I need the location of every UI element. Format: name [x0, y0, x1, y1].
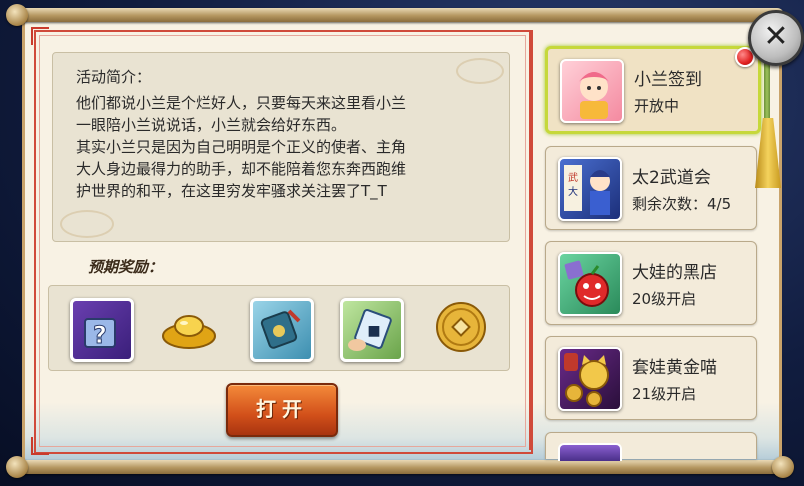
description-text: 他们都说小兰是个烂好人，只要每天来这里看小兰 一眼陪小兰说说话，小兰就会给好东西… [76, 92, 506, 202]
svg-text:武: 武 [568, 171, 578, 184]
sidebar-item-name: 小兰签到 [634, 70, 702, 90]
sidebar-item-partial[interactable] [545, 432, 757, 461]
description-line: 大人身边最得力的助手，却不能陪着您东奔西跑维 [76, 160, 407, 178]
cloud-decoration [456, 58, 504, 84]
sidebar-item-status: 20级开启 [632, 290, 697, 308]
gold-ingot-icon[interactable] [160, 298, 218, 356]
sidebar-item-name: 套娃黄金喵 [632, 358, 717, 378]
blue-token-card-icon[interactable] [250, 298, 314, 362]
svg-text:大: 大 [568, 185, 578, 198]
sidebar-item-xiaolan-checkin[interactable]: 小兰签到 开放中 [545, 46, 761, 134]
mystery-box-icon[interactable]: ? [70, 298, 134, 362]
shop-icon [558, 252, 622, 316]
sidebar-item-name: 大娃的黑店 [632, 263, 717, 283]
svg-text:?: ? [93, 321, 107, 349]
sidebar-item-golden-cat[interactable]: 套娃黄金喵 21级开启 [545, 336, 757, 420]
golden-cat-icon [558, 347, 622, 411]
frame-corner-bottom-left [31, 437, 49, 455]
frame-corner-top-left [31, 27, 49, 45]
panel-divider [529, 30, 531, 450]
scroll-rod-top [14, 8, 784, 22]
reward-label: 预期奖励： [88, 258, 164, 276]
sidebar-item-status: 21级开启 [632, 385, 697, 403]
copper-coin-icon[interactable] [432, 298, 490, 356]
close-icon: ✕ [763, 19, 789, 54]
scroll-rod-bottom [14, 460, 784, 474]
martial-arts-icon: 武大 [558, 157, 622, 221]
partial-item-icon [558, 443, 622, 461]
svg-text:■: ■ [367, 323, 380, 339]
sidebar-item-martial-arts[interactable]: 武大 太2武道会 剩余次数：4/5 [545, 146, 757, 230]
sidebar-item-status: 开放中 [634, 97, 680, 115]
scroll-card-icon[interactable]: ■ [340, 298, 404, 362]
close-button[interactable]: ✕ [748, 10, 804, 66]
sidebar-item-status: 剩余次数：4/5 [632, 195, 732, 213]
sidebar-item-dawa-shop[interactable]: 大娃的黑店 20级开启 [545, 241, 757, 325]
rod-cap-bottom-left [6, 456, 28, 478]
description-line: 一眼陪小兰说说话，小兰就会给好东西。 [76, 116, 347, 134]
xiaolan-icon [560, 59, 624, 123]
description-line: 其实小兰只是因为自己明明是个正义的使者、主角 [76, 138, 407, 156]
rod-cap-bottom-right [772, 456, 794, 478]
description-title: 活动简介： [76, 68, 152, 86]
cloud-decoration [60, 210, 114, 238]
rod-cap-top-left [6, 4, 28, 26]
tassel-cord [764, 60, 770, 120]
description-line: 他们都说小兰是个烂好人，只要每天来这里看小兰 [76, 94, 407, 112]
open-button[interactable]: 打开 [226, 383, 338, 437]
sidebar-item-name: 太2武道会 [632, 168, 711, 188]
description-line: 护世界的和平，在这里穷发牢骚求关注罢了T_T [76, 182, 387, 200]
